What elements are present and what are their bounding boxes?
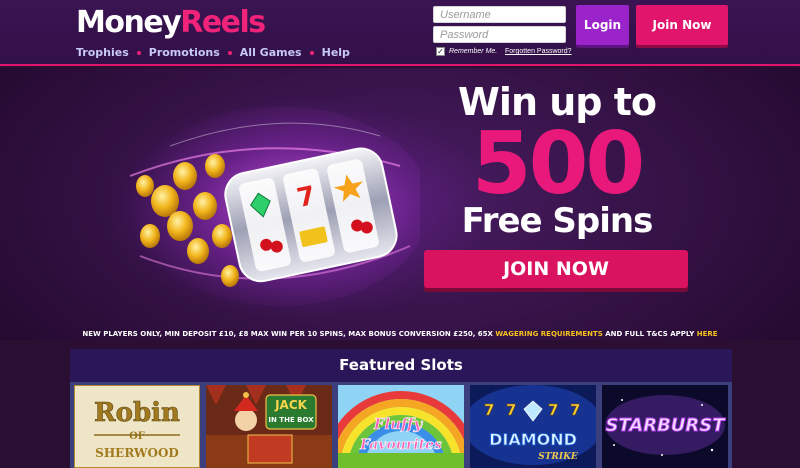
slot-fluffy-title: Fluffy — [373, 415, 424, 433]
starburst-thumbnail: STARBURST — [602, 385, 728, 468]
terms-text: NEW PLAYERS ONLY, MIN DEPOSIT £10, £8 MA… — [82, 330, 493, 338]
nav-all-games[interactable]: All Games — [240, 46, 302, 59]
nav-separator — [136, 50, 141, 55]
nav-separator — [227, 50, 232, 55]
login-button[interactable]: Login — [576, 5, 629, 45]
slot-diamond-strike[interactable]: 7 7 7 7 DIAMOND STRIKE — [470, 385, 596, 468]
slot-diamond-title: DIAMOND — [489, 430, 577, 449]
slot-fluffy-favourites[interactable]: Fluffy Favourites — [338, 385, 464, 468]
robin-of-sherwood-thumbnail: Robin OF SHERWOOD — [74, 385, 200, 468]
remember-me-checkbox[interactable]: ✓ — [436, 47, 445, 56]
slots-row: Robin OF SHERWOOD JACK IN THE BOX Fluffy… — [70, 382, 732, 468]
hero-join-now-button[interactable]: JOIN NOW — [424, 250, 688, 288]
promo-headline: Win up to 500 Free Spins — [426, 80, 688, 240]
forgot-password-link[interactable]: Forgotten Password? — [505, 48, 572, 55]
slot-diamond-seven: 7 — [548, 401, 558, 419]
nav-separator — [309, 50, 314, 55]
slot-fluffy-subtitle: Favourites — [359, 437, 442, 453]
slot-jack-in-the-box[interactable]: JACK IN THE BOX — [206, 385, 332, 468]
slot-robin-of-sherwood[interactable]: Robin OF SHERWOOD — [74, 385, 200, 468]
slot-diamond-seven: 7 — [484, 401, 494, 419]
promo-number: 500 — [471, 114, 646, 214]
join-now-button[interactable]: Join Now — [636, 5, 728, 45]
promo-line-free-spins: Free Spins — [461, 201, 654, 241]
main-nav: Trophies Promotions All Games Help — [76, 46, 350, 59]
featured-slots-title: Featured Slots — [339, 356, 463, 374]
slot-diamond-seven: 7 — [570, 401, 580, 419]
logo-reels: Reels — [180, 5, 266, 40]
slot-starburst-title: STARBURST — [605, 415, 726, 436]
password-input[interactable] — [433, 26, 566, 43]
slot-reel-illustration: 7 — [129, 106, 420, 306]
slot-jack-subtitle: IN THE BOX — [268, 416, 314, 424]
slot-diamond-subtitle: STRIKE — [538, 452, 578, 462]
featured-slots-section: Featured Slots Robin OF SHERWOOD JACK IN… — [70, 349, 732, 468]
fluffy-favourites-thumbnail: Fluffy Favourites — [338, 385, 464, 468]
username-input[interactable] — [433, 6, 566, 23]
logo-money: Money — [76, 5, 182, 40]
terms-notice: NEW PLAYERS ONLY, MIN DEPOSIT £10, £8 MA… — [0, 330, 800, 338]
wagering-requirements-link[interactable]: WAGERING REQUIREMENTS — [495, 330, 602, 338]
jack-in-the-box-thumbnail: JACK IN THE BOX — [206, 385, 332, 468]
slot-jack-title: JACK — [274, 398, 308, 412]
remember-me-label: Remember Me. — [449, 48, 498, 55]
slot-robin-of: OF — [129, 431, 145, 442]
nav-promotions[interactable]: Promotions — [149, 46, 220, 59]
hero-banner: 7 Win up to 500 Free Spins JOIN NOW — [0, 68, 800, 340]
slot-robin-title: Robin — [94, 398, 180, 428]
site-logo[interactable]: MoneyReels — [76, 5, 266, 40]
nav-trophies[interactable]: Trophies — [76, 46, 129, 59]
terms-here-link[interactable]: HERE — [697, 330, 718, 338]
slot-starburst[interactable]: STARBURST — [602, 385, 728, 468]
remember-me: ✓ Remember Me. — [436, 47, 497, 56]
terms-text-middle: AND FULL T&CS APPLY — [605, 330, 695, 338]
site-header: MoneyReels Trophies Promotions All Games… — [0, 0, 800, 66]
nav-help[interactable]: Help — [322, 46, 350, 59]
slot-robin-sherwood: SHERWOOD — [95, 446, 179, 460]
diamond-strike-thumbnail: 7 7 7 7 DIAMOND STRIKE — [470, 385, 596, 468]
slot-diamond-seven: 7 — [506, 401, 516, 419]
